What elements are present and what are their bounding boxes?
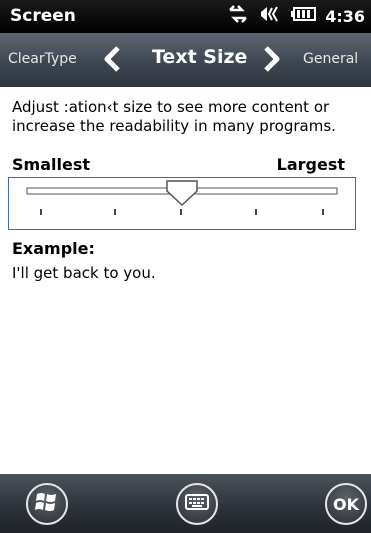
keyboard-icon <box>185 493 209 515</box>
description-text: Adjust :ation‹t size to see more content… <box>12 98 336 135</box>
ok-label: OK <box>333 494 359 514</box>
tab-text-size[interactable]: Text Size <box>152 46 247 68</box>
data-connection-icon[interactable] <box>227 4 249 28</box>
slider-ticks <box>40 209 324 215</box>
speaker-icon[interactable] <box>257 4 283 28</box>
tab-navigation-bar: ClearType Text Size General <box>0 33 371 87</box>
smallest-label: Smallest <box>12 155 90 174</box>
battery-icon[interactable] <box>291 5 317 27</box>
clock[interactable]: 4:36 <box>325 7 365 26</box>
start-button[interactable] <box>26 483 68 525</box>
tab-general[interactable]: General <box>303 51 358 67</box>
tab-cleartype[interactable]: ClearType <box>8 51 77 67</box>
status-bar: Screen 4:36 <box>0 0 371 33</box>
ok-button[interactable]: OK <box>325 483 367 525</box>
windows-start-icon <box>35 491 59 517</box>
chevron-right-icon[interactable] <box>262 45 282 77</box>
slider-thumb[interactable] <box>166 180 198 207</box>
chevron-left-icon[interactable] <box>102 45 122 77</box>
status-icons: 4:36 <box>227 4 365 28</box>
example-label: Example: <box>12 239 95 258</box>
example-text: I'll get back to you. <box>12 264 156 282</box>
text-size-slider[interactable] <box>8 177 356 230</box>
bottom-bar: OK <box>0 474 371 533</box>
keyboard-button[interactable] <box>176 483 218 525</box>
status-title: Screen <box>10 6 76 26</box>
largest-label: Largest <box>276 155 345 174</box>
